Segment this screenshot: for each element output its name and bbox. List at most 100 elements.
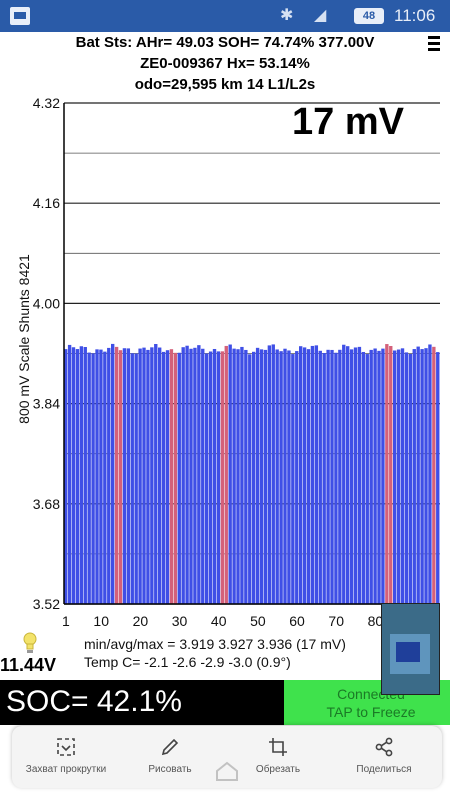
crop-icon [269, 738, 287, 756]
cell-voltage-chart[interactable]: 4.32 4.16 4.00 3.84 3.68 3.52 1 10 20 30 40 50 60 70… [0, 96, 450, 636]
cell-bar [271, 344, 275, 604]
cell-bar [130, 353, 134, 604]
scroll-capture-button[interactable]: Захват прокрутки [24, 736, 108, 782]
share-button[interactable]: Поделиться [342, 736, 426, 782]
cell-bar [181, 347, 185, 604]
cell-bar [244, 349, 248, 604]
cell-bar [189, 348, 193, 604]
cell-bar [216, 351, 221, 604]
cell-bar [428, 344, 432, 604]
cell-bar [302, 347, 307, 604]
x-tick-label: 60 [289, 613, 305, 629]
cell-bar [99, 349, 103, 604]
cell-bar [349, 349, 354, 604]
cell-bar [279, 351, 283, 604]
cell-bar [436, 352, 440, 604]
cell-bar [154, 344, 158, 604]
cell-bar [248, 354, 252, 604]
cell-bar [259, 349, 264, 604]
cell-bar [75, 349, 80, 604]
cell-bar [228, 344, 232, 604]
cell-bar [381, 348, 385, 604]
cell-bar [87, 352, 91, 604]
cell-bar [389, 346, 393, 604]
cell-bar [220, 351, 225, 604]
home-nav-icon[interactable] [214, 760, 240, 782]
battery-status-line: Bat Sts: AHr= 49.03 SOH= 74.74% 377.00V [75, 34, 375, 51]
share-label: Поделиться [356, 764, 412, 775]
crop-button[interactable]: Обрезать [236, 736, 320, 782]
cell-bar [212, 348, 217, 604]
y-tick-label: 4.00 [33, 295, 60, 311]
cell-bar [291, 354, 295, 604]
cell-bar [432, 346, 436, 604]
scroll-capture-label: Захват прокрутки [25, 764, 107, 775]
cell-bar [377, 350, 381, 604]
cell-bar [114, 346, 119, 604]
cell-bar [232, 348, 236, 604]
cell-bar [310, 345, 315, 604]
cell-bar [400, 348, 405, 604]
cell-bar [318, 350, 322, 604]
cell-delta-readout: 17 mV [292, 101, 404, 143]
cell-bar [142, 347, 146, 604]
cell-bar [83, 347, 87, 604]
cell-bar [263, 349, 268, 604]
menu-icon[interactable] [428, 36, 440, 52]
battery-icon: 48 [354, 8, 384, 24]
cell-bar [67, 344, 72, 604]
cell-bar [338, 349, 342, 604]
cell-bar [342, 344, 346, 604]
x-tick-label: 70 [328, 613, 344, 629]
cell-bar [177, 352, 181, 604]
cell-bar [111, 343, 115, 604]
cell-bar [236, 349, 240, 604]
cell-bar [169, 349, 174, 604]
x-tick-label: 10 [93, 613, 109, 629]
cell-bar [118, 350, 123, 604]
cell-bar [295, 351, 299, 604]
cell-bar [393, 350, 397, 604]
cell-bar [357, 346, 362, 604]
cell-bar [353, 347, 358, 604]
cell-bar [71, 347, 76, 604]
x-tick-label: 20 [133, 613, 149, 629]
soc-readout: SOC= 42.1% [6, 685, 182, 718]
cell-bar [412, 349, 416, 604]
cell-bar [404, 352, 409, 604]
x-tick-label: 1 [62, 613, 70, 629]
draw-button[interactable]: Рисовать [128, 736, 212, 782]
cell-bar [306, 349, 311, 604]
pack-voltage: 11.44V [0, 655, 57, 675]
cell-bar [205, 353, 209, 604]
x-tick-label: 40 [211, 613, 227, 629]
tap-to-freeze-label: TAP to Freeze [326, 704, 416, 720]
scroll-capture-icon [57, 738, 75, 756]
cell-bar [95, 349, 99, 604]
cell-bar [322, 352, 326, 604]
share-icon [375, 737, 393, 757]
cell-bar [255, 347, 260, 604]
cell-bar [161, 351, 166, 604]
cell-bar [330, 349, 334, 604]
cell-bar [146, 349, 150, 604]
cell-bar [165, 350, 170, 604]
odometer-line: odo=29,595 km 14 L1/L2s [134, 76, 316, 93]
draw-label: Рисовать [148, 764, 192, 775]
cell-bar [287, 350, 291, 604]
cell-bar [134, 353, 138, 604]
y-tick-label: 3.68 [33, 496, 60, 512]
cell-bar [150, 347, 154, 604]
cell-bar [314, 345, 319, 604]
screenshot-thumbnail[interactable] [381, 603, 440, 695]
cell-bar [107, 347, 111, 604]
pencil-icon [161, 738, 179, 756]
y-tick-label: 3.84 [33, 396, 60, 412]
cell-bar [201, 348, 205, 604]
signal-icon: ◢ [314, 7, 327, 24]
clock: 11:06 [394, 6, 436, 25]
status-bar: ✱ ◢ 48 11:06 [0, 0, 450, 32]
cell-bar [361, 351, 366, 604]
cell-bar [122, 348, 127, 604]
lightbulb-icon[interactable] [22, 632, 38, 654]
